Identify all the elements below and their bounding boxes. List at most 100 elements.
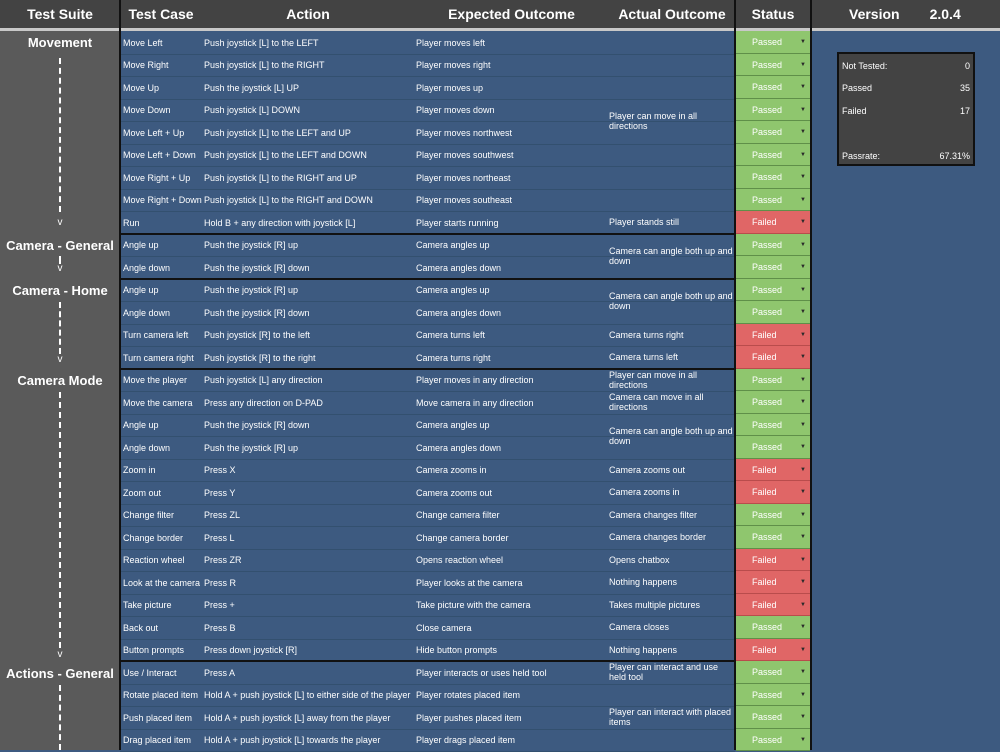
status-dropdown[interactable]: Passed ▼ xyxy=(736,189,810,211)
expected-outcome-cell[interactable]: Player pushes placed item xyxy=(416,706,609,729)
status-dropdown[interactable]: Failed ▼ xyxy=(736,211,810,234)
actual-outcome-cell[interactable]: Player stands still xyxy=(609,211,735,233)
status-dropdown[interactable]: Passed ▼ xyxy=(736,256,810,279)
test-case-cell[interactable]: Zoom out xyxy=(123,481,203,504)
status-dropdown[interactable]: Passed ▼ xyxy=(736,526,810,549)
dropdown-caret-icon[interactable]: ▼ xyxy=(800,624,806,630)
expected-outcome-cell[interactable]: Camera angles down xyxy=(416,301,609,324)
expected-outcome-cell[interactable]: Camera zooms out xyxy=(416,481,609,504)
actual-outcome-cell[interactable]: Camera zooms out xyxy=(609,459,735,481)
expected-outcome-cell[interactable]: Player interacts or uses held tool xyxy=(416,661,609,684)
status-dropdown[interactable]: Passed ▼ xyxy=(736,414,810,436)
dropdown-caret-icon[interactable]: ▼ xyxy=(800,377,806,383)
test-case-cell[interactable]: Take picture xyxy=(123,594,203,616)
expected-outcome-cell[interactable]: Hide button prompts xyxy=(416,639,609,661)
dropdown-caret-icon[interactable]: ▼ xyxy=(800,84,806,90)
action-cell[interactable]: Push joystick [L] to the RIGHT and DOWN xyxy=(204,189,414,211)
status-dropdown[interactable]: Passed ▼ xyxy=(736,54,810,76)
action-cell[interactable]: Press + xyxy=(204,594,414,616)
actual-outcome-cell[interactable]: Camera changes border xyxy=(609,526,735,548)
status-dropdown[interactable]: Failed ▼ xyxy=(736,346,810,369)
action-cell[interactable]: Press ZR xyxy=(204,549,414,571)
action-cell[interactable]: Push joystick [L] to the RIGHT xyxy=(204,54,414,76)
actual-outcome-cell[interactable]: Camera can angle both up and down xyxy=(609,425,735,447)
test-case-cell[interactable]: Change filter xyxy=(123,504,203,526)
test-case-cell[interactable]: Turn camera left xyxy=(123,324,203,346)
status-dropdown[interactable]: Failed ▼ xyxy=(736,571,810,594)
test-case-cell[interactable]: Move Right + Up xyxy=(123,166,203,189)
expected-outcome-cell[interactable]: Player moves up xyxy=(416,76,609,99)
status-dropdown[interactable]: Passed ▼ xyxy=(736,166,810,189)
status-dropdown[interactable]: Passed ▼ xyxy=(736,504,810,526)
action-cell[interactable]: Push joystick [R] to the right xyxy=(204,346,414,369)
test-case-cell[interactable]: Button prompts xyxy=(123,639,203,661)
expected-outcome-cell[interactable]: Player moves southeast xyxy=(416,189,609,211)
dropdown-caret-icon[interactable]: ▼ xyxy=(800,62,806,68)
expected-outcome-cell[interactable]: Player starts running xyxy=(416,211,609,234)
test-case-cell[interactable]: Zoom in xyxy=(123,459,203,481)
status-dropdown[interactable]: Passed ▼ xyxy=(736,301,810,324)
dropdown-caret-icon[interactable]: ▼ xyxy=(800,714,806,720)
action-cell[interactable]: Press X xyxy=(204,459,414,481)
action-cell[interactable]: Press A xyxy=(204,661,414,684)
expected-outcome-cell[interactable]: Take picture with the camera xyxy=(416,594,609,616)
status-dropdown[interactable]: Passed ▼ xyxy=(736,369,810,391)
expected-outcome-cell[interactable]: Change camera filter xyxy=(416,504,609,526)
suite-title[interactable]: Camera Mode xyxy=(0,373,120,388)
status-dropdown[interactable]: Failed ▼ xyxy=(736,459,810,481)
test-case-cell[interactable]: Move Right + Down xyxy=(123,189,203,211)
actual-outcome-cell[interactable]: Camera can move in all directions xyxy=(609,391,735,413)
actual-outcome-cell[interactable]: Player can interact with placed items xyxy=(609,706,735,728)
expected-outcome-cell[interactable]: Player moves left xyxy=(416,31,609,54)
action-cell[interactable]: Press ZL xyxy=(204,504,414,526)
expected-outcome-cell[interactable]: Close camera xyxy=(416,616,609,639)
expected-outcome-cell[interactable]: Player moves northeast xyxy=(416,166,609,189)
expected-outcome-cell[interactable]: Player moves right xyxy=(416,54,609,76)
actual-outcome-cell[interactable]: Player can interact and use held tool xyxy=(609,661,735,683)
expected-outcome-cell[interactable]: Camera turns left xyxy=(416,324,609,346)
dropdown-caret-icon[interactable]: ▼ xyxy=(800,174,806,180)
suite-title[interactable]: Camera - Home xyxy=(0,283,120,298)
status-dropdown[interactable]: Passed ▼ xyxy=(736,76,810,99)
action-cell[interactable]: Hold A + push joystick [L] towards the p… xyxy=(204,729,414,751)
test-case-cell[interactable]: Angle up xyxy=(123,234,203,256)
expected-outcome-cell[interactable]: Camera angles down xyxy=(416,436,609,459)
actual-outcome-cell[interactable]: Camera can angle both up and down xyxy=(609,245,735,267)
status-dropdown[interactable]: Passed ▼ xyxy=(736,706,810,729)
expected-outcome-cell[interactable]: Camera turns right xyxy=(416,346,609,369)
test-case-cell[interactable]: Use / Interact xyxy=(123,661,203,684)
suite-title[interactable]: Camera - General xyxy=(0,238,120,253)
dropdown-caret-icon[interactable]: ▼ xyxy=(800,264,806,270)
status-dropdown[interactable]: Passed ▼ xyxy=(736,616,810,639)
action-cell[interactable]: Push joystick [L] to the LEFT and DOWN xyxy=(204,144,414,166)
expected-outcome-cell[interactable]: Move camera in any direction xyxy=(416,391,609,414)
test-case-cell[interactable]: Move Up xyxy=(123,76,203,99)
dropdown-caret-icon[interactable]: ▼ xyxy=(800,602,806,608)
expected-outcome-cell[interactable]: Camera angles up xyxy=(416,414,609,436)
actual-outcome-cell[interactable]: Player can move in all directions xyxy=(609,369,735,391)
dropdown-caret-icon[interactable]: ▼ xyxy=(800,332,806,338)
dropdown-caret-icon[interactable]: ▼ xyxy=(800,422,806,428)
actual-outcome-cell[interactable]: Camera can angle both up and down xyxy=(609,290,735,312)
actual-outcome-cell[interactable]: Camera turns right xyxy=(609,324,735,346)
test-case-cell[interactable]: Turn camera right xyxy=(123,346,203,369)
action-cell[interactable]: Hold A + push joystick [L] to either sid… xyxy=(204,684,414,706)
dropdown-caret-icon[interactable]: ▼ xyxy=(800,467,806,473)
suite-title[interactable]: Actions - General xyxy=(0,666,120,681)
expected-outcome-cell[interactable]: Camera angles up xyxy=(416,234,609,256)
expected-outcome-cell[interactable]: Player moves northwest xyxy=(416,121,609,144)
status-dropdown[interactable]: Passed ▼ xyxy=(736,31,810,54)
actual-outcome-cell[interactable]: Player can move in all directions xyxy=(609,110,735,132)
expected-outcome-cell[interactable]: Opens reaction wheel xyxy=(416,549,609,571)
test-case-cell[interactable]: Move Left + Up xyxy=(123,121,203,144)
test-case-cell[interactable]: Move the camera xyxy=(123,391,203,414)
dropdown-caret-icon[interactable]: ▼ xyxy=(800,152,806,158)
expected-outcome-cell[interactable]: Camera zooms in xyxy=(416,459,609,481)
test-case-cell[interactable]: Move Left xyxy=(123,31,203,54)
test-case-cell[interactable]: Angle down xyxy=(123,436,203,459)
actual-outcome-cell[interactable]: Camera turns left xyxy=(609,346,735,368)
status-dropdown[interactable]: Passed ▼ xyxy=(736,279,810,301)
expected-outcome-cell[interactable]: Change camera border xyxy=(416,526,609,549)
status-dropdown[interactable]: Passed ▼ xyxy=(736,684,810,706)
dropdown-caret-icon[interactable]: ▼ xyxy=(800,669,806,675)
